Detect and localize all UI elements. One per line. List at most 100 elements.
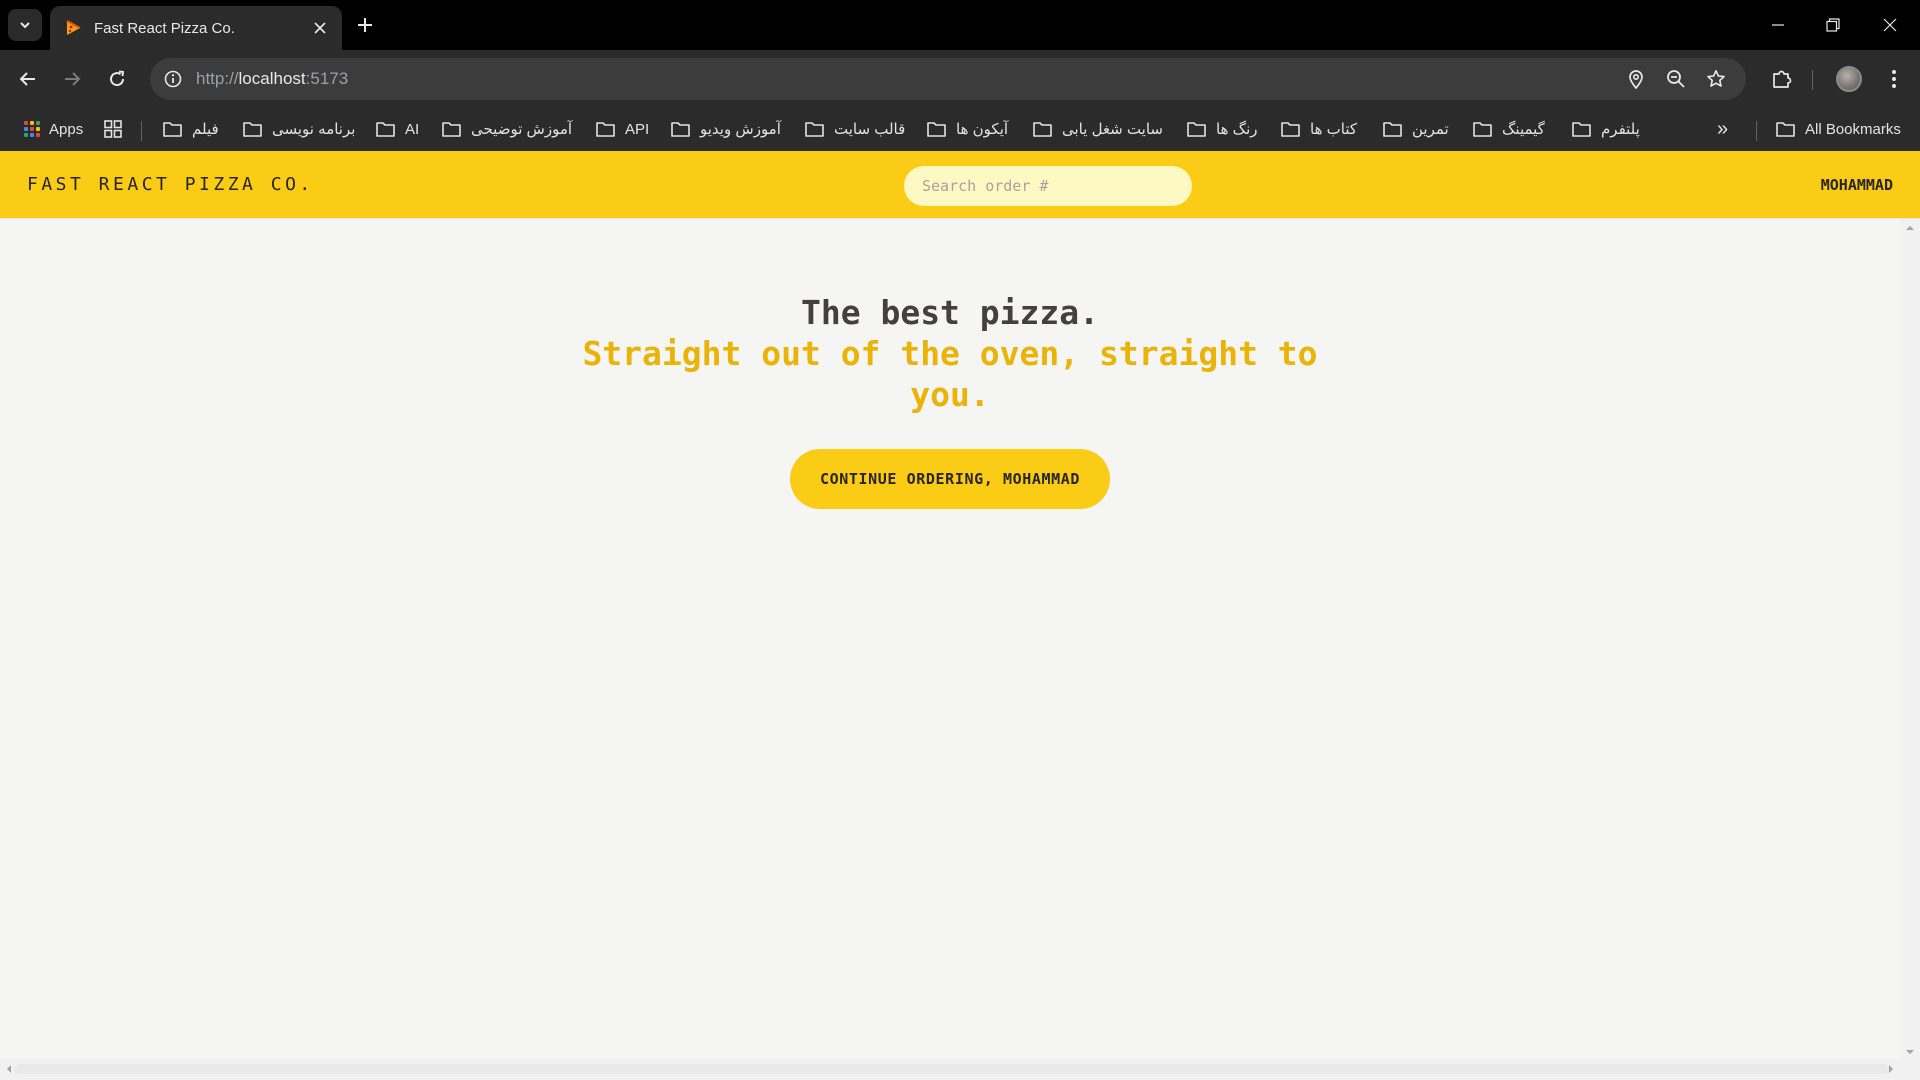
- tab-search-button[interactable]: [8, 9, 42, 41]
- site-info-button[interactable]: [160, 66, 186, 92]
- scroll-down-arrow-icon: [1906, 1050, 1914, 1054]
- bookmark-tab-groups[interactable]: [103, 116, 123, 142]
- folder-icon: [596, 122, 615, 137]
- close-window-button[interactable]: [1870, 9, 1910, 41]
- continue-ordering-button[interactable]: CONTINUE ORDERING, MOHAMMAD: [790, 449, 1110, 509]
- username-label: MOHAMMAD: [1820, 176, 1893, 194]
- browser-menu-button[interactable]: [1878, 63, 1910, 95]
- profile-avatar[interactable]: [1836, 66, 1862, 92]
- address-bar[interactable]: http://localhost:5173: [150, 58, 1746, 100]
- bookmark-label: رنگ ها: [1216, 121, 1258, 138]
- bookmark-label: تمرین: [1412, 121, 1449, 138]
- toolbar-divider: [1812, 70, 1813, 90]
- forward-button[interactable]: [56, 63, 88, 95]
- browser-tab-active[interactable]: Fast React Pizza Co.: [50, 6, 342, 50]
- horizontal-scroll-thumb[interactable]: [14, 1064, 1890, 1074]
- vertical-scrollbar[interactable]: [1900, 219, 1920, 1059]
- browser-tabstrip: Fast React Pizza Co.: [0, 0, 1920, 50]
- minimize-icon: [1772, 24, 1784, 26]
- scroll-right-arrow-icon: [1889, 1065, 1893, 1073]
- pizza-favicon-icon: [66, 20, 81, 35]
- folder-icon: [1033, 122, 1052, 137]
- bookmark-star-button[interactable]: [1704, 67, 1728, 91]
- folder-icon: [1572, 122, 1591, 137]
- bookmark-folder[interactable]: آموزش ویدیو: [671, 116, 781, 142]
- bookmark-label: پلتفرم: [1601, 121, 1640, 138]
- bookmarks-bar: Apps فیلم برنامه نویسی AI آموزش توضیحی A…: [0, 108, 1920, 151]
- arrow-left-icon: [19, 72, 35, 86]
- arrow-right-icon: [65, 72, 81, 86]
- bookmark-label: برنامه نویسی: [272, 121, 356, 138]
- bookmark-label: آموزش ویدیو: [700, 121, 781, 138]
- bookmark-label: سایت شغل یابی: [1062, 121, 1163, 138]
- zoom-button[interactable]: [1664, 67, 1688, 91]
- bookmark-label: گیمینگ: [1502, 121, 1545, 138]
- url-text[interactable]: http://localhost:5173: [196, 69, 348, 89]
- bookmark-folder[interactable]: برنامه نویسی: [243, 116, 355, 142]
- extensions-button[interactable]: [1766, 63, 1798, 95]
- all-bookmarks-button[interactable]: All Bookmarks: [1776, 116, 1901, 142]
- all-bookmarks-label: All Bookmarks: [1805, 120, 1901, 138]
- folder-icon: [1776, 122, 1795, 137]
- bookmark-folder[interactable]: فیلم: [163, 116, 219, 142]
- folder-icon: [1383, 122, 1402, 137]
- bookmark-folder[interactable]: AI: [376, 116, 419, 142]
- restore-icon: [1826, 18, 1840, 32]
- bookmark-label: فیلم: [192, 121, 219, 138]
- bookmark-folder[interactable]: آیکون ها: [927, 116, 1008, 142]
- folder-icon: [805, 122, 824, 137]
- bookmark-folder[interactable]: API: [596, 116, 649, 142]
- bookmark-folder[interactable]: کتاب ها: [1281, 116, 1357, 142]
- zoom-out-icon: [1667, 70, 1685, 88]
- restore-window-button[interactable]: [1813, 9, 1853, 41]
- close-icon: [1883, 18, 1897, 32]
- bookmark-folder[interactable]: قالب سایت: [805, 116, 905, 142]
- hero-section: The best pizza. Straight out of the oven…: [0, 293, 1900, 415]
- hero-subtitle: Straight out of the oven, straight to yo…: [582, 334, 1318, 414]
- folder-icon: [671, 122, 690, 137]
- kebab-menu-icon: [1892, 70, 1896, 88]
- app-logo-link[interactable]: FAST REACT PIZZA CO.: [27, 174, 314, 195]
- bookmark-folder[interactable]: رنگ ها: [1187, 116, 1258, 142]
- bookmark-label: آموزش توضیحی: [471, 121, 573, 138]
- search-order-input[interactable]: [904, 166, 1192, 206]
- bookmark-label: Apps: [49, 120, 84, 138]
- back-button[interactable]: [12, 63, 44, 95]
- puzzle-icon: [1773, 70, 1792, 88]
- folder-icon: [1281, 122, 1300, 137]
- reload-button[interactable]: [101, 63, 133, 95]
- reload-icon: [110, 70, 125, 87]
- folder-icon: [376, 122, 395, 137]
- tab-title: Fast React Pizza Co.: [94, 19, 235, 37]
- page-viewport: FAST REACT PIZZA CO. MOHAMMAD The best p…: [0, 151, 1920, 1080]
- url-port: :5173: [305, 69, 349, 88]
- app-header: FAST REACT PIZZA CO. MOHAMMAD: [0, 151, 1920, 219]
- bookmarks-overflow-button[interactable]: »: [1717, 116, 1728, 142]
- bookmark-apps[interactable]: Apps: [24, 116, 83, 142]
- folder-icon: [1187, 122, 1206, 137]
- tab-close-button[interactable]: [310, 18, 330, 38]
- folder-icon: [927, 122, 946, 137]
- bookmark-label: آیکون ها: [956, 121, 1009, 138]
- folder-icon: [243, 122, 262, 137]
- folder-icon: [1473, 122, 1492, 137]
- browser-toolbar: http://localhost:5173: [0, 50, 1920, 108]
- new-tab-button[interactable]: [352, 12, 378, 38]
- bookmark-folder[interactable]: گیمینگ: [1473, 116, 1545, 142]
- folder-icon: [163, 122, 182, 137]
- folder-icon: [442, 122, 461, 137]
- bookmark-label: API: [625, 120, 650, 138]
- bookmarks-divider: [141, 121, 142, 141]
- plus-icon: [358, 18, 372, 32]
- bookmark-folder[interactable]: تمرین: [1383, 116, 1449, 142]
- bookmark-label: قالب سایت: [834, 121, 906, 138]
- bookmark-label: کتاب ها: [1310, 121, 1358, 138]
- bookmark-folder[interactable]: آموزش توضیحی: [442, 116, 572, 142]
- horizontal-scrollbar[interactable]: [0, 1059, 1920, 1080]
- bookmark-label: AI: [405, 120, 420, 138]
- location-button[interactable]: [1624, 67, 1648, 91]
- minimize-window-button[interactable]: [1758, 9, 1798, 41]
- bookmark-folder[interactable]: پلتفرم: [1572, 116, 1640, 142]
- url-scheme: http://: [196, 69, 239, 88]
- bookmark-folder[interactable]: سایت شغل یابی: [1033, 116, 1163, 142]
